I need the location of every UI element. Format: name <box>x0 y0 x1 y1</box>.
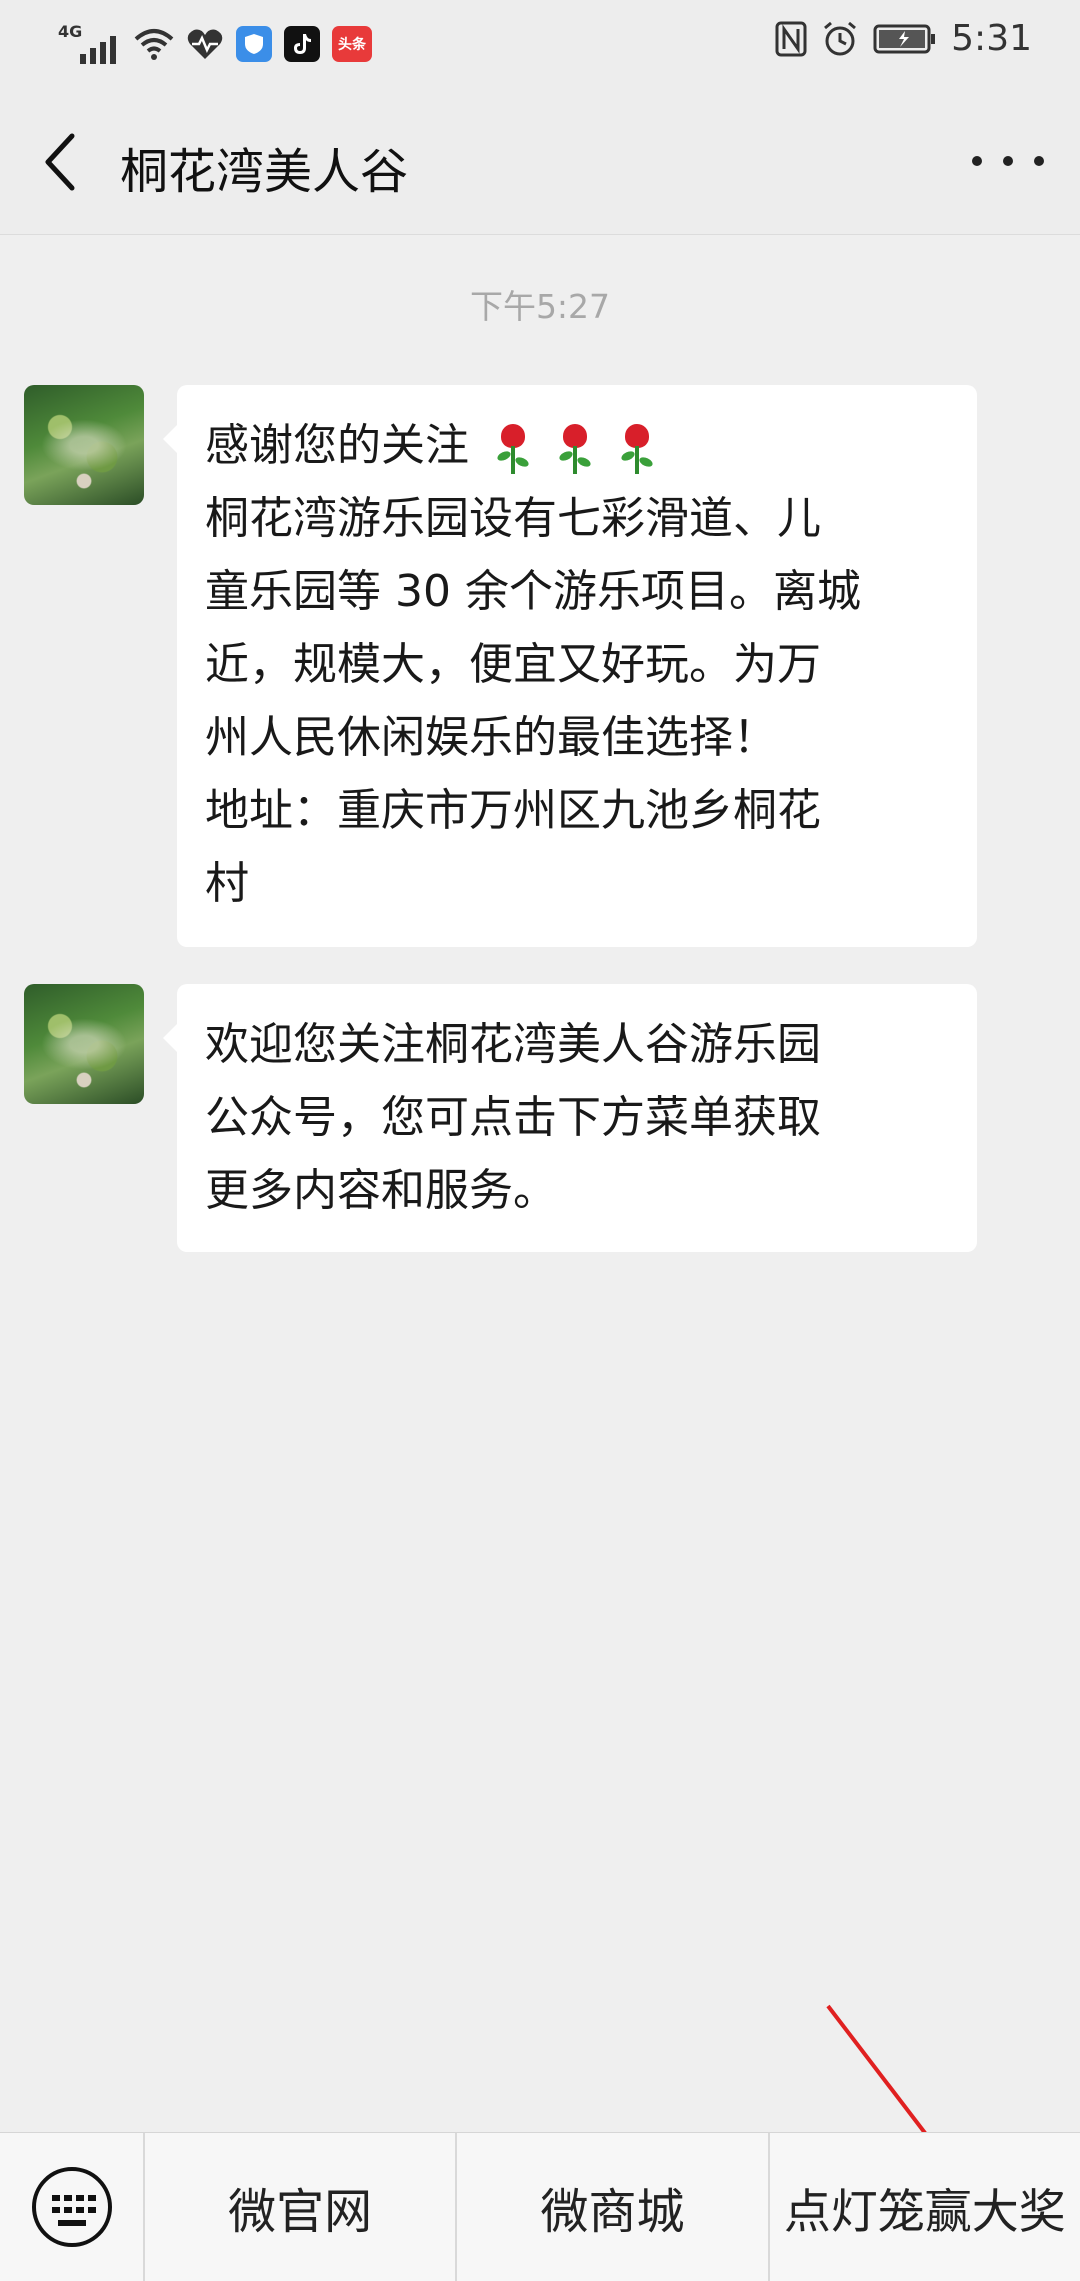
message-line: 更多内容和服务。 <box>205 1165 557 1216</box>
toutiao-app-icon: 头条 <box>332 26 372 62</box>
health-heart-icon <box>187 29 223 59</box>
battery-icon <box>873 24 936 53</box>
status-bar: 4G 头条 5:31 <box>0 0 1080 92</box>
back-arrow-icon[interactable] <box>38 130 82 194</box>
status-left: 4G 头条 <box>58 22 372 66</box>
rose-emoji-icon <box>619 422 655 474</box>
keyboard-icon <box>31 2167 112 2247</box>
message-line: 村 <box>205 858 249 909</box>
rose-emoji-icon <box>495 422 531 474</box>
message-line: 州人民休闲娱乐的最佳选择！ <box>205 712 777 763</box>
wifi-icon <box>134 29 174 60</box>
nfc-icon <box>775 21 807 56</box>
message-line: 近，规模大，便宜又好玩。为万 <box>205 639 821 690</box>
message-line: 童乐园等 30 余个游乐项目。离城 <box>205 566 861 617</box>
avatar[interactable] <box>24 385 144 505</box>
menu-item-official-site[interactable]: 微官网 <box>145 2133 455 2281</box>
keyboard-toggle-button[interactable] <box>0 2133 145 2281</box>
page-title: 桐花湾美人谷 <box>120 144 409 200</box>
status-right: 5:31 <box>775 18 1032 59</box>
avatar[interactable] <box>24 984 144 1104</box>
message-line: 桐花湾游乐园设有七彩滑道、儿 <box>205 493 821 544</box>
message-timestamp: 下午5:27 <box>469 287 611 326</box>
chat-header: 桐花湾美人谷 <box>0 92 1080 235</box>
message-bubble[interactable]: 欢迎您关注桐花湾美人谷游乐园 公众号，您可点击下方菜单获取 更多内容和服务。 <box>163 984 977 1252</box>
alarm-icon <box>824 21 857 55</box>
message-line: 地址：重庆市万州区九池乡桐花 <box>205 785 821 836</box>
bottom-menu-bar: 微官网 微商城 点灯笼赢大奖 <box>0 2132 1080 2281</box>
menu-item-lantern-prize[interactable]: 点灯笼赢大奖 <box>767 2133 1080 2281</box>
cellular-signal-icon: 4G <box>58 22 122 66</box>
menu-item-mall[interactable]: 微商城 <box>455 2133 767 2281</box>
tiktok-app-icon <box>284 26 320 62</box>
message-bubble[interactable]: 感谢您的关注 桐花湾游乐园设有七彩滑道、儿 童乐园等 30 余个游乐项目。离城 … <box>163 385 977 947</box>
message-line: 公众号，您可点击下方菜单获取 <box>205 1092 821 1143</box>
clock-time: 5:31 <box>951 18 1032 59</box>
more-options-icon[interactable] <box>972 136 1044 186</box>
shield-app-icon <box>236 26 272 62</box>
network-type: 4G <box>58 22 83 41</box>
rose-emoji-icon <box>557 422 593 474</box>
message-line: 欢迎您关注桐花湾美人谷游乐园 <box>205 1019 821 1070</box>
message-line: 感谢您的关注 <box>205 409 949 482</box>
